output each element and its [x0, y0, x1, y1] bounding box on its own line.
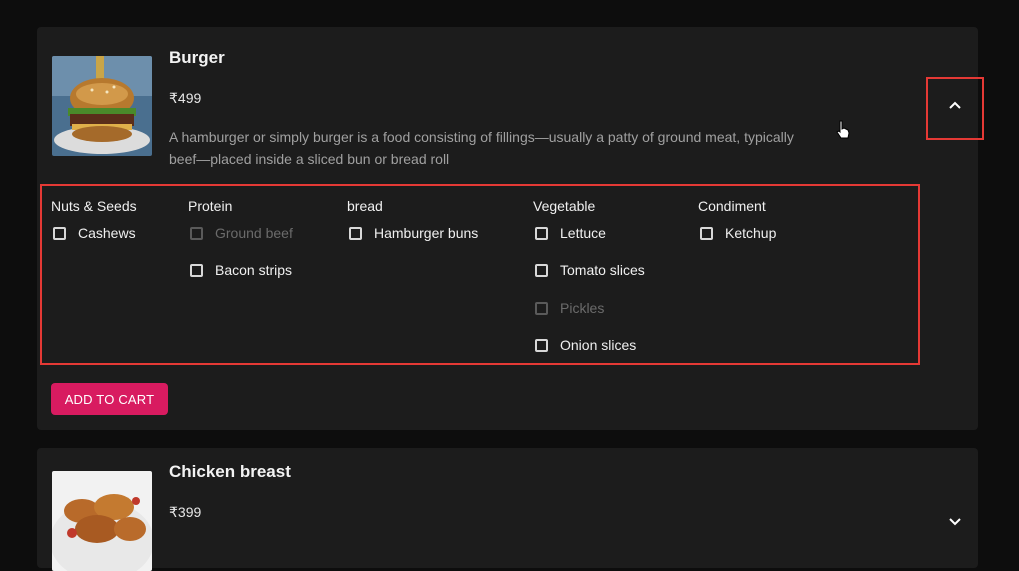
product-card-chicken-breast: Chicken breast ₹399: [37, 448, 978, 571]
product-title: Burger: [169, 48, 225, 67]
product-card-burger: Burger ₹499 A hamburger or simply burger…: [37, 27, 984, 430]
highlight-toggle-outline: [926, 77, 984, 140]
add-to-cart-button[interactable]: ADD TO CART: [51, 383, 168, 415]
burger-image: [52, 56, 152, 156]
product-title: Chicken breast: [169, 462, 291, 481]
product-price: ₹499: [169, 90, 202, 106]
hand-cursor-icon: [836, 120, 850, 145]
expand-toggle-button[interactable]: [936, 503, 974, 541]
highlight-options-outline: [40, 184, 920, 365]
product-price: ₹399: [169, 504, 202, 520]
chicken-image: [52, 471, 152, 571]
chevron-down-icon: [949, 518, 961, 526]
product-description: A hamburger or simply burger is a food c…: [169, 129, 794, 167]
